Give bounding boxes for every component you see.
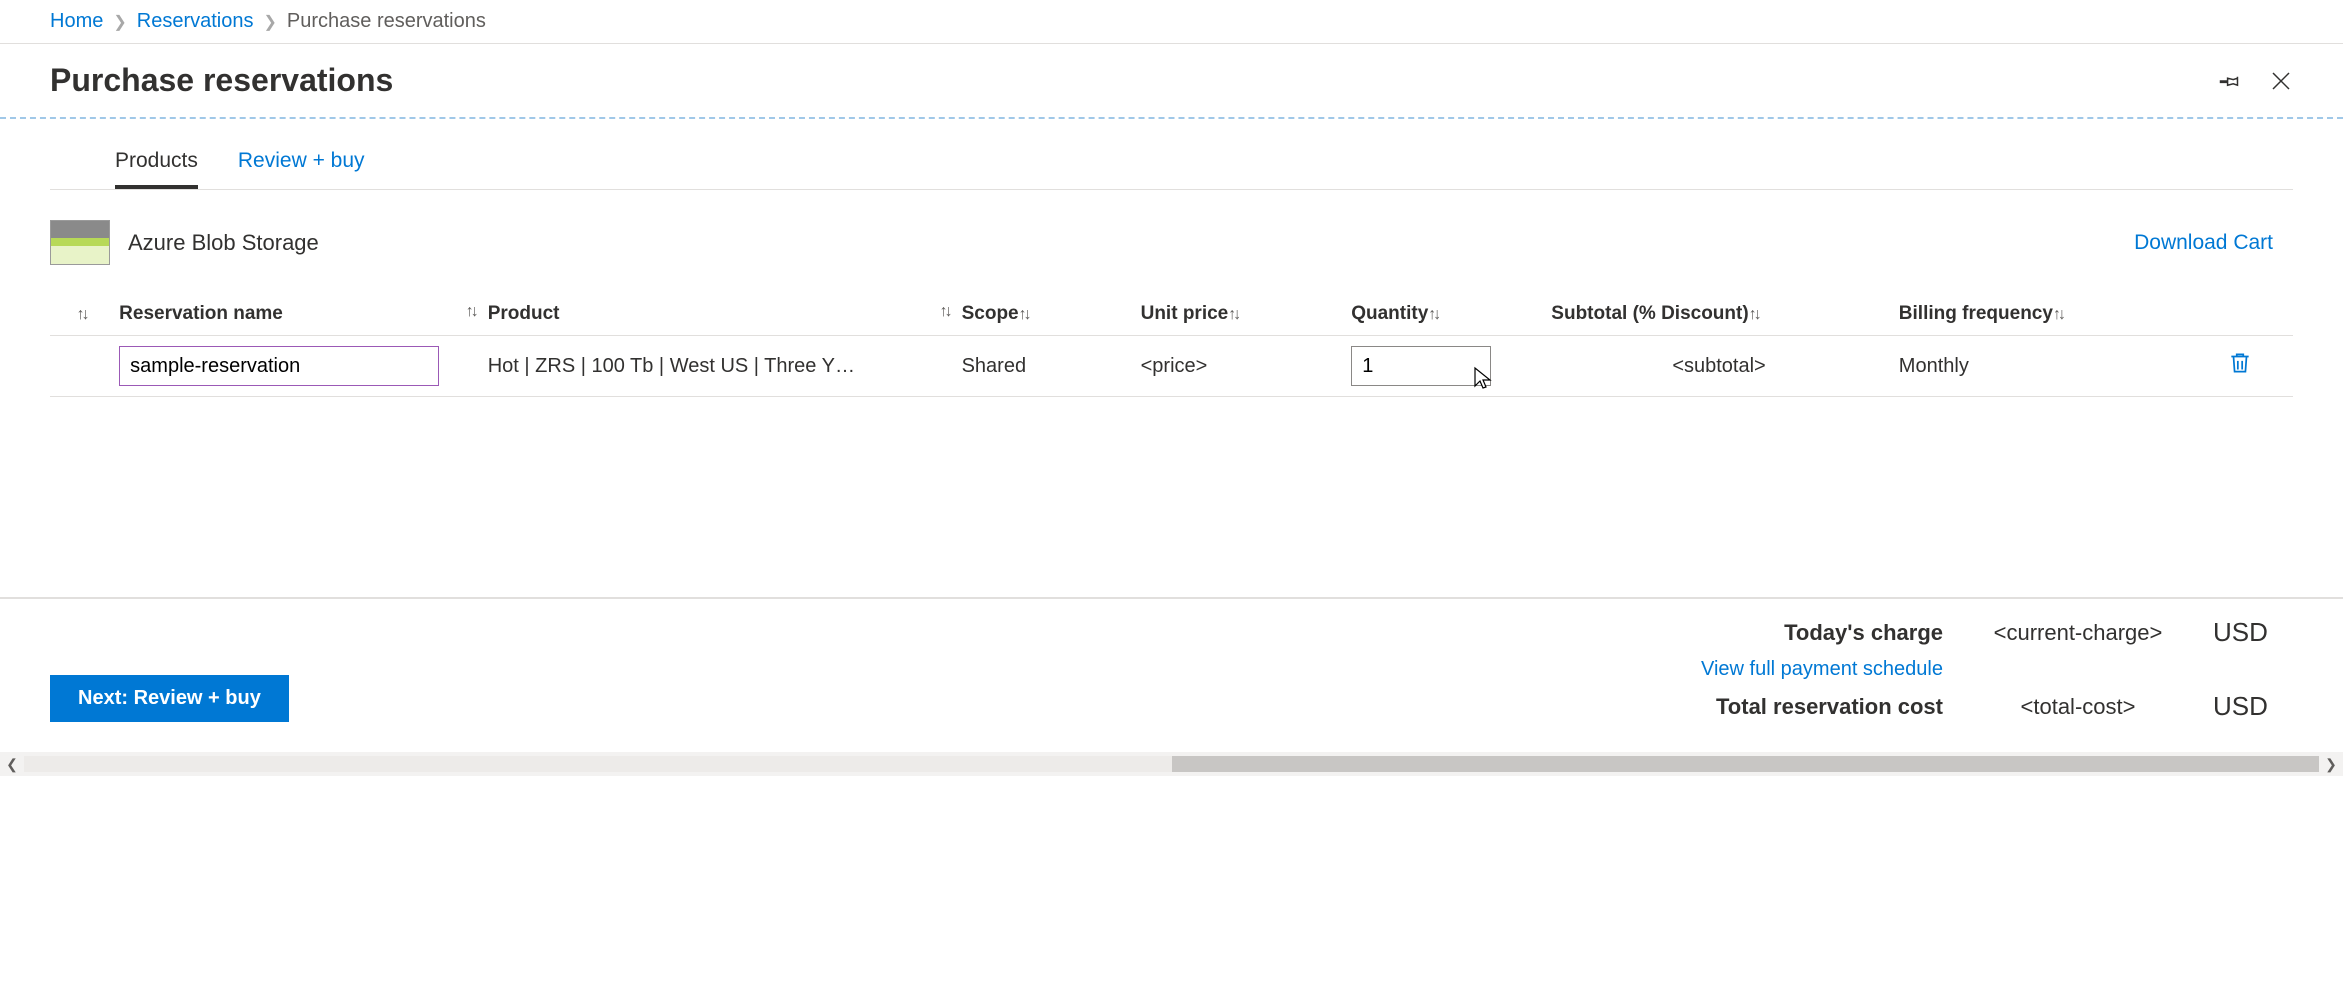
- pin-icon[interactable]: [2217, 69, 2241, 93]
- col-subtotal[interactable]: Subtotal (% Discount)↑↓: [1545, 293, 1893, 336]
- chevron-right-icon: ❯: [113, 12, 126, 32]
- col-reservation-name[interactable]: Reservation name ↑↓: [113, 293, 482, 336]
- reservation-name-input[interactable]: [119, 346, 439, 386]
- col-unit-price[interactable]: Unit price↑↓: [1135, 293, 1346, 336]
- page-title: Purchase reservations: [50, 62, 393, 99]
- table-row: Hot | ZRS | 100 Tb | West US | Three Y… …: [50, 336, 2293, 397]
- totals: Today's charge <current-charge> USD View…: [1643, 617, 2293, 722]
- next-review-buy-button[interactable]: Next: Review + buy: [50, 675, 289, 722]
- total-cost-value: <total-cost>: [1963, 694, 2193, 720]
- scroll-left-icon[interactable]: ❮: [0, 756, 24, 773]
- today-charge-label: Today's charge: [1643, 620, 1943, 646]
- tab-review-buy[interactable]: Review + buy: [238, 149, 365, 189]
- today-charge-value: <current-charge>: [1963, 620, 2193, 646]
- cell-subtotal: <subtotal>: [1545, 336, 1893, 397]
- sort-icon: ↑↓: [940, 303, 950, 321]
- blob-storage-icon: [50, 220, 110, 265]
- sort-icon: ↑↓: [2053, 306, 2063, 323]
- breadcrumb: Home ❯ Reservations ❯ Purchase reservati…: [0, 0, 2343, 44]
- horizontal-scrollbar[interactable]: ❮ ❯: [0, 752, 2343, 776]
- close-icon[interactable]: [2269, 69, 2293, 93]
- col-label: Scope: [962, 303, 1019, 324]
- quantity-input[interactable]: [1351, 346, 1491, 386]
- sort-icon: ↑↓: [1228, 306, 1238, 323]
- currency: USD: [2213, 691, 2293, 722]
- trash-icon[interactable]: [2227, 359, 2253, 381]
- sort-icon: ↑↓: [1428, 306, 1438, 323]
- total-cost-label: Total reservation cost: [1643, 694, 1943, 720]
- table-header-row: ↑↓ Reservation name ↑↓ Product ↑↓ Scope↑…: [50, 293, 2293, 336]
- col-product[interactable]: Product ↑↓: [482, 293, 956, 336]
- col-quantity[interactable]: Quantity↑↓: [1345, 293, 1545, 336]
- col-label: Billing frequency: [1899, 303, 2053, 324]
- page-header: Purchase reservations: [0, 44, 2343, 119]
- col-label: Subtotal (% Discount): [1551, 303, 1748, 324]
- col-label: Quantity: [1351, 303, 1428, 324]
- download-cart-link[interactable]: Download Cart: [2134, 231, 2273, 255]
- breadcrumb-home[interactable]: Home: [50, 10, 103, 33]
- col-label: Product: [488, 303, 560, 324]
- cell-scope: Shared: [956, 336, 1135, 397]
- chevron-right-icon: ❯: [263, 12, 276, 32]
- col-billing[interactable]: Billing frequency↑↓: [1893, 293, 2188, 336]
- view-payment-schedule-link[interactable]: View full payment schedule: [1643, 658, 1943, 681]
- col-label: Reservation name: [119, 303, 283, 324]
- sort-icon: ↑↓: [1019, 306, 1029, 323]
- tabs: Products Review + buy: [50, 119, 2293, 190]
- currency: USD: [2213, 617, 2293, 648]
- scroll-right-icon[interactable]: ❯: [2319, 756, 2343, 773]
- reservation-table: ↑↓ Reservation name ↑↓ Product ↑↓ Scope↑…: [0, 275, 2343, 397]
- header-actions: [2217, 69, 2293, 93]
- product-bar: Azure Blob Storage Download Cart: [0, 190, 2343, 275]
- scroll-thumb[interactable]: [1172, 756, 2320, 772]
- cell-billing: Monthly: [1893, 336, 2188, 397]
- col-scope[interactable]: Scope↑↓: [956, 293, 1135, 336]
- col-label: Unit price: [1141, 303, 1229, 324]
- sort-icon: ↑↓: [466, 303, 476, 321]
- cell-unit-price: <price>: [1135, 336, 1346, 397]
- breadcrumb-reservations[interactable]: Reservations: [137, 10, 254, 33]
- scroll-track[interactable]: [24, 756, 2319, 772]
- product-name: Azure Blob Storage: [128, 230, 319, 256]
- sort-icon: ↑↓: [1749, 306, 1759, 323]
- sort-handle[interactable]: ↑↓: [50, 293, 113, 336]
- cell-product: Hot | ZRS | 100 Tb | West US | Three Y…: [482, 336, 956, 397]
- breadcrumb-current: Purchase reservations: [287, 10, 486, 33]
- tab-products[interactable]: Products: [115, 149, 198, 189]
- footer: Next: Review + buy Today's charge <curre…: [0, 597, 2343, 752]
